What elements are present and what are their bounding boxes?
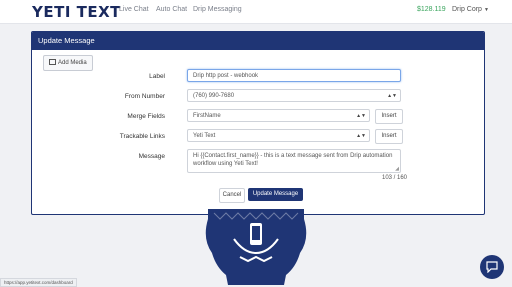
chat-widget-button[interactable] — [480, 255, 504, 279]
select-arrows-icon: ▲▼ — [387, 93, 397, 99]
from-number-select[interactable]: (760) 990-7680 ▲▼ — [187, 89, 401, 102]
company-name: Drip Corp — [452, 6, 482, 13]
trackable-links-select[interactable]: Yeti Text ▲▼ — [187, 129, 370, 142]
merge-fields-select[interactable]: FirstName ▲▼ — [187, 109, 370, 122]
resize-handle-icon[interactable]: ◢ — [395, 167, 399, 172]
insert-link-button[interactable]: Insert — [375, 129, 403, 144]
label-field-label: Label — [149, 73, 165, 80]
caret-down-icon: ▼ — [483, 7, 489, 13]
account-balance: $128.119 — [417, 6, 446, 13]
trackable-links-label: Trackable Links — [119, 133, 165, 140]
add-media-button[interactable]: Add Media — [43, 55, 93, 71]
from-number-label: From Number — [124, 93, 165, 100]
image-icon — [49, 58, 56, 65]
nav-live-chat[interactable]: Live Chat — [119, 6, 149, 13]
label-input-value: Drip http post - webhook — [193, 73, 259, 79]
character-counter: 103 / 160 — [382, 175, 408, 181]
company-dropdown[interactable]: Drip Corp ▼ — [452, 6, 489, 13]
nav-drip-messaging[interactable]: Drip Messaging — [193, 6, 242, 13]
yeti-mascot-illustration — [205, 209, 307, 285]
label-input[interactable]: Drip http post - webhook — [187, 69, 401, 82]
yeti-text-logo[interactable]: YETI TEXT — [32, 3, 121, 21]
message-label: Message — [138, 153, 165, 160]
chat-bubble-icon — [486, 261, 498, 273]
message-textarea[interactable]: Hi {{Contact.first_name}} - this is a te… — [187, 149, 401, 173]
message-text: Hi {{Contact.first_name}} - this is a te… — [193, 153, 393, 167]
from-number-value: (760) 990-7680 — [193, 93, 235, 99]
merge-fields-value: FirstName — [193, 113, 221, 119]
merge-fields-label: Merge Fields — [127, 113, 165, 120]
select-arrows-icon: ▲▼ — [356, 133, 366, 139]
top-navbar: YETI TEXT Live Chat Auto Chat Drip Messa… — [0, 0, 512, 24]
nav-auto-chat[interactable]: Auto Chat — [156, 6, 187, 13]
insert-merge-field-button[interactable]: Insert — [375, 109, 403, 124]
update-message-panel: Update Message Add Media Label Drip http… — [31, 31, 485, 215]
status-bar-url: https://app.yetitext.com/dashboard — [0, 278, 77, 287]
add-media-label: Add Media — [58, 60, 87, 66]
update-message-button[interactable]: Update Message — [248, 188, 303, 201]
trackable-links-value: Yeti Text — [193, 133, 216, 139]
select-arrows-icon: ▲▼ — [356, 113, 366, 119]
panel-title: Update Message — [32, 32, 484, 50]
cancel-button[interactable]: Cancel — [219, 188, 245, 203]
